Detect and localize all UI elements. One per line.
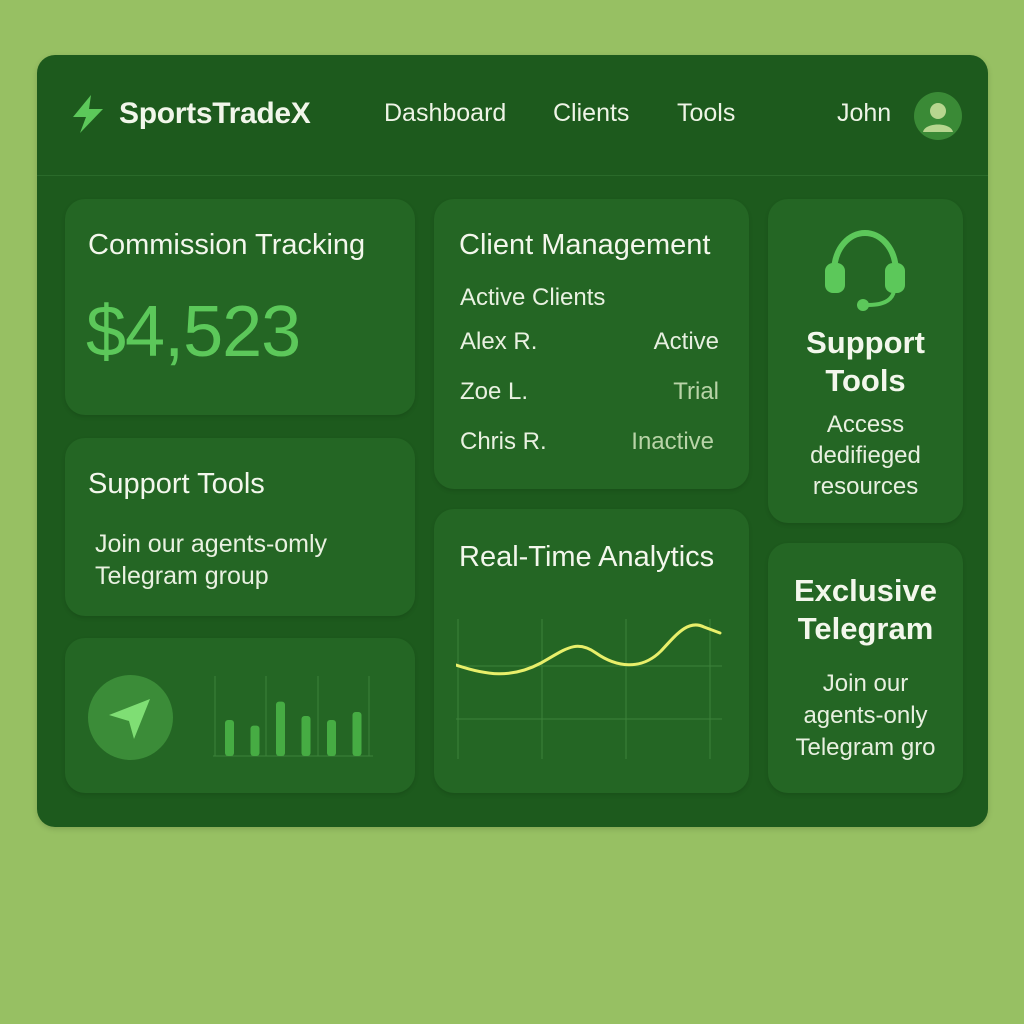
mini-bar xyxy=(250,725,260,756)
mini-bar xyxy=(352,712,362,756)
top-navigation-bar: SportsTradeX Dashboard Clients Tools Joh… xyxy=(37,55,988,176)
user-name[interactable]: John xyxy=(837,99,891,128)
lightning-bolt-icon xyxy=(73,95,103,133)
telegram-send-button[interactable] xyxy=(88,675,173,760)
support-tools-card[interactable]: Support Tools Join our agents-omly Teleg… xyxy=(65,438,415,616)
commission-title: Commission Tracking xyxy=(88,229,366,261)
support-tools-desc-line-3: resources xyxy=(812,473,919,500)
telegram-title-line-2: Telegram xyxy=(797,611,934,646)
client-name: Alex R. xyxy=(460,328,538,355)
support-tools-title-line-1: Support xyxy=(806,325,925,360)
client-status: Inactive xyxy=(631,428,714,455)
active-clients-label: Active Clients xyxy=(460,284,606,311)
client-status: Trial xyxy=(673,378,719,405)
exclusive-telegram-card[interactable]: Exclusive Telegram Join our agents-only … xyxy=(768,543,963,793)
mini-bar xyxy=(327,720,336,756)
support-tools-desc-line-1: Access xyxy=(826,411,905,438)
nav-dashboard[interactable]: Dashboard xyxy=(384,99,506,128)
mini-bar xyxy=(301,716,311,756)
telegram-desc-line-2: agents-only xyxy=(803,702,928,729)
support-tools-line-1: Join our agents-omly xyxy=(95,530,328,558)
telegram-activity-card[interactable] xyxy=(65,638,415,793)
telegram-title-line-1: Exclusive xyxy=(793,573,938,608)
support-tools-title: Support Tools xyxy=(88,468,265,500)
analytics-title: Real-Time Analytics xyxy=(459,541,715,573)
client-management-title: Client Management xyxy=(459,229,711,261)
client-name: Zoe L. xyxy=(460,378,529,405)
telegram-desc-line-1: Join our xyxy=(822,670,909,697)
commission-tracking-card[interactable]: Commission Tracking $4,523 xyxy=(65,199,415,415)
support-tools-title-line-2: Tools xyxy=(825,363,906,398)
mini-bar xyxy=(276,701,285,756)
analytics-line-chart xyxy=(456,619,722,759)
mini-bar xyxy=(225,720,234,756)
support-tools-right-card[interactable]: Support Tools Access dedifieged resource… xyxy=(768,199,963,523)
brand-logo[interactable]: SportsTradeX xyxy=(67,93,311,135)
headset-icon xyxy=(825,229,905,311)
nav-clients[interactable]: Clients xyxy=(553,99,629,128)
mini-bar-chart xyxy=(213,676,373,757)
client-status: Active xyxy=(653,328,719,355)
nav-tools[interactable]: Tools xyxy=(677,99,735,128)
telegram-desc-line-3: Telegram gro xyxy=(795,734,936,761)
telegram-send-icon xyxy=(109,699,150,739)
dashboard-window: SportsTradeX Dashboard Clients Tools Joh… xyxy=(37,55,988,827)
user-avatar-icon[interactable] xyxy=(914,92,962,140)
support-tools-line-2: Telegram group xyxy=(95,562,269,590)
brand-name: SportsTradeX xyxy=(119,97,311,130)
real-time-analytics-card[interactable]: Real-Time Analytics xyxy=(434,509,749,793)
client-management-card: Client Management Active Clients Alex R.… xyxy=(434,199,749,489)
commission-amount: $4,523 xyxy=(86,292,301,372)
support-tools-desc-line-2: dedifieged xyxy=(810,442,921,469)
avatar-silhouette xyxy=(923,103,953,132)
client-name: Chris R. xyxy=(460,428,547,455)
